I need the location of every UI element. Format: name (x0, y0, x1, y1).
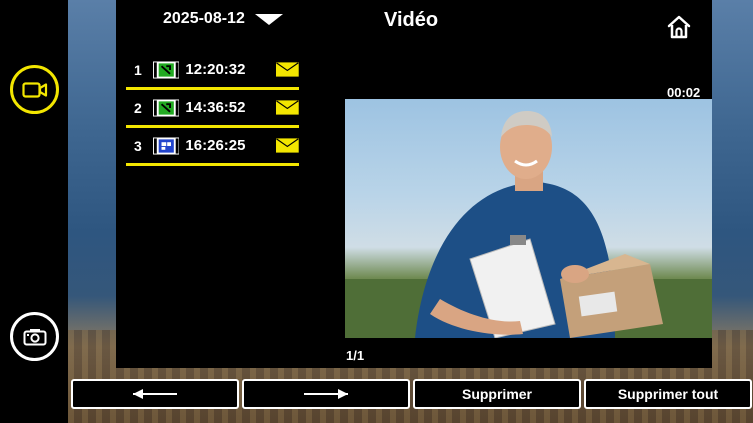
delete-all-button[interactable]: Supprimer tout (584, 379, 752, 409)
list-item[interactable]: 2 14:36:52 (126, 90, 299, 128)
previous-button[interactable] (71, 379, 239, 409)
row-index: 1 (134, 61, 142, 78)
page-title: Vidéo (384, 9, 439, 31)
delete-button[interactable]: Supprimer (413, 379, 581, 409)
visitor-snapshot (345, 111, 712, 338)
elapsed-time: 00:02 (667, 85, 701, 100)
envelope-icon (276, 138, 299, 153)
video-preview[interactable] (345, 99, 712, 338)
photo-camera-icon (23, 328, 46, 345)
envelope-icon (276, 100, 299, 115)
side-rail (0, 0, 68, 423)
row-time: 12:20:32 (185, 61, 246, 78)
list-item[interactable]: 1 12:20:32 (126, 52, 299, 90)
caret-down-icon (254, 13, 283, 25)
arrow-left-icon (133, 389, 177, 399)
list-item[interactable]: 3 16:26:25 (126, 128, 299, 166)
photo-mode-button[interactable] (10, 312, 59, 361)
video-panel: 2025-08-12 Vidéo 1 12:20:32 2 14:36:52 3… (116, 0, 712, 368)
next-button[interactable] (242, 379, 410, 409)
home-button[interactable] (666, 14, 692, 45)
row-index: 3 (134, 137, 142, 154)
recording-list: 1 12:20:32 2 14:36:52 3 16:26:25 (126, 52, 299, 166)
date-selector[interactable]: 2025-08-12 (163, 10, 283, 28)
video-call-icon (152, 60, 180, 79)
row-index: 2 (134, 99, 142, 116)
video-call-icon (152, 98, 180, 117)
row-time: 16:26:25 (185, 137, 246, 154)
video-camera-icon (21, 81, 47, 98)
arrow-right-icon (304, 389, 348, 399)
envelope-icon (276, 62, 299, 77)
home-icon (667, 15, 691, 39)
page-indicator: 1/1 (346, 348, 365, 363)
video-mode-button[interactable] (10, 65, 59, 114)
row-time: 14:36:52 (185, 99, 246, 116)
intercom-call-icon (152, 136, 180, 155)
date-value: 2025-08-12 (163, 10, 245, 27)
